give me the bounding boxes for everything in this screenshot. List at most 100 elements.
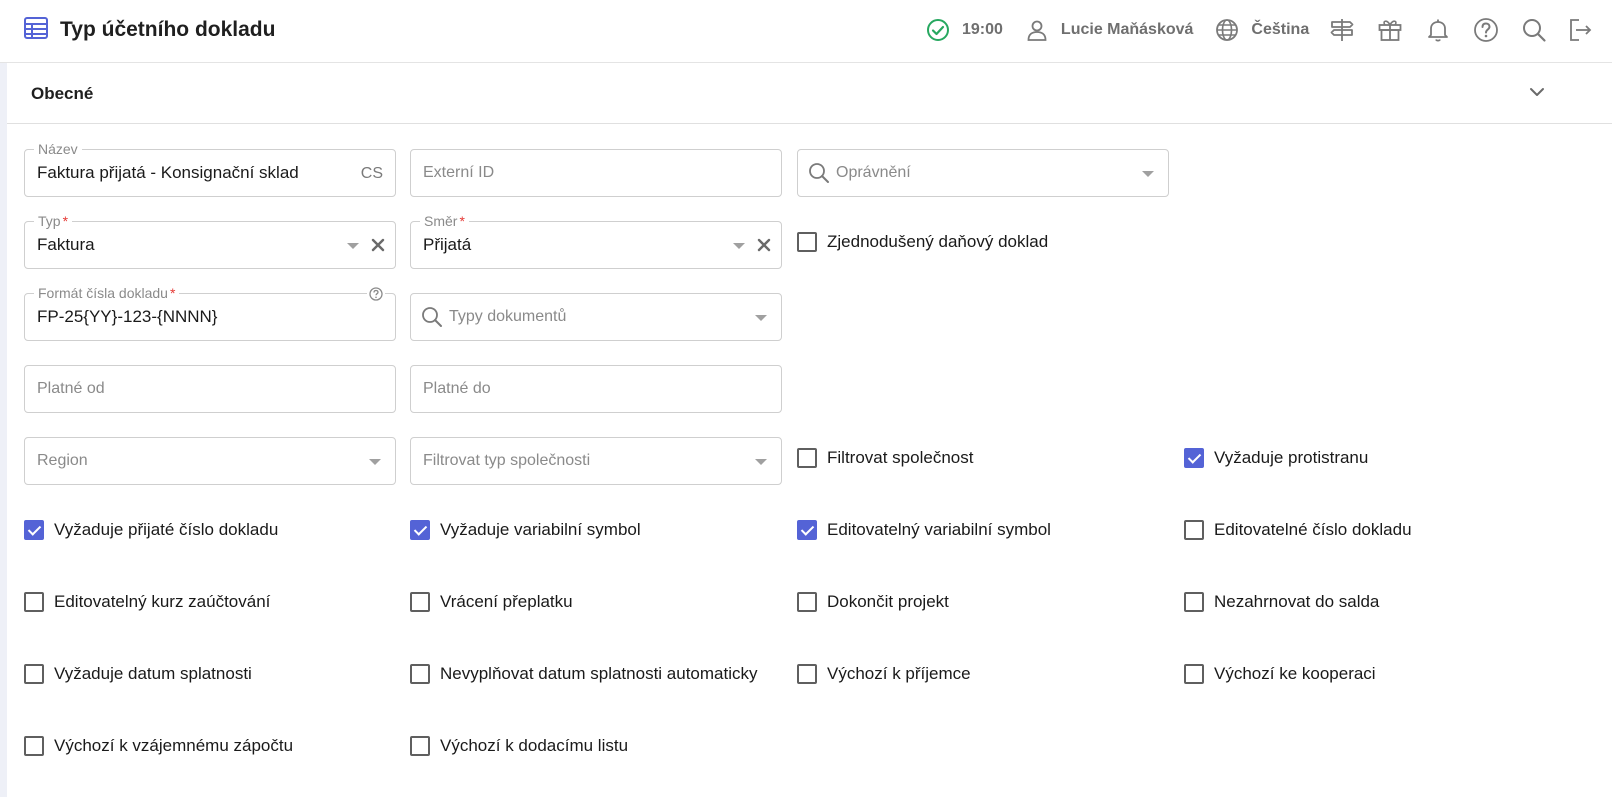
nazev-label: Název xyxy=(34,140,82,158)
checkbox-box[interactable] xyxy=(410,664,430,684)
language-menu[interactable]: Čeština xyxy=(1215,18,1309,42)
checkbox-label: Dokončit projekt xyxy=(827,592,949,611)
checkbox-box[interactable] xyxy=(1184,448,1204,468)
checkbox-label: Zjednodušený daňový doklad xyxy=(827,232,1049,251)
checkbox-zjednoduseny[interactable]: Zjednodušený daňový doklad xyxy=(797,232,1048,252)
checkbox-box[interactable] xyxy=(24,664,44,684)
region-select[interactable]: Region xyxy=(24,437,396,485)
region-placeholder: Region xyxy=(37,452,88,469)
user-name: Lucie Maňásková xyxy=(1060,21,1194,38)
search-icon[interactable] xyxy=(1521,17,1547,43)
clear-icon[interactable] xyxy=(756,237,772,258)
nazev-value: Faktura přijatá - Konsignační sklad xyxy=(37,163,299,182)
checkbox-box[interactable] xyxy=(410,520,430,540)
typ-label: Typ * xyxy=(34,212,73,230)
checkbox-box[interactable] xyxy=(797,448,817,468)
checkbox-vychozi-dodacimu[interactable]: Výchozí k dodacímu listu xyxy=(410,736,628,756)
checkbox-vychozi-kooperaci[interactable]: Výchozí ke kooperaci xyxy=(1184,664,1376,684)
help-icon[interactable] xyxy=(1473,17,1499,43)
user-menu[interactable]: Lucie Maňásková xyxy=(1025,18,1194,42)
checkbox-box[interactable] xyxy=(1184,592,1204,612)
checkbox-box[interactable] xyxy=(797,664,817,684)
checkbox-label: Editovatelný variabilní symbol xyxy=(827,520,1051,539)
checkbox-editovatelne-cislo[interactable]: Editovatelné číslo dokladu xyxy=(1184,520,1412,540)
smer-select[interactable]: Směr * Přijatá xyxy=(410,212,782,269)
format-cisla-field[interactable]: Formát čísla dokladu * FP-25{YY}-123-{NNN… xyxy=(24,284,396,341)
checkbox-vyzaduje-datum-splatnosti[interactable]: Vyžaduje datum splatnosti xyxy=(24,664,252,684)
checkbox-label: Vyžaduje datum splatnosti xyxy=(54,664,252,683)
nazev-field[interactable]: Název Faktura přijatá - Konsignační skla… xyxy=(24,140,396,197)
checkbox-label: Editovatelné číslo dokladu xyxy=(1214,520,1412,539)
opravneni-select[interactable]: Oprávnění xyxy=(797,149,1169,197)
checkbox-label: Vyžaduje protistranu xyxy=(1214,448,1369,467)
check-circle-icon xyxy=(926,18,950,42)
header-toolbar: 19:00 Lucie Maňásková Čeština xyxy=(926,0,1593,60)
table-icon xyxy=(24,16,48,44)
checkbox-box[interactable] xyxy=(24,736,44,756)
platne-od-field[interactable]: Platné od xyxy=(24,365,396,413)
help-icon[interactable] xyxy=(367,287,385,306)
checkbox-box[interactable] xyxy=(1184,520,1204,540)
checkbox-box[interactable] xyxy=(24,592,44,612)
checkbox-box[interactable] xyxy=(797,520,817,540)
platne-do-placeholder: Platné do xyxy=(423,380,491,397)
bell-icon[interactable] xyxy=(1425,17,1451,43)
checkbox-label: Nezahrnovat do salda xyxy=(1214,592,1380,611)
typy-dokumentu-select[interactable]: Typy dokumentů xyxy=(410,293,782,341)
checkbox-box[interactable] xyxy=(1184,664,1204,684)
dropdown-caret-icon xyxy=(755,459,767,465)
typ-value: Faktura xyxy=(37,235,95,254)
typ-select[interactable]: Typ * Faktura xyxy=(24,212,396,269)
gift-icon[interactable] xyxy=(1377,17,1403,43)
checkbox-nevyplnovat-datum[interactable]: Nevyplňovat datum splatnosti automaticky xyxy=(410,664,758,684)
platne-do-field[interactable]: Platné do xyxy=(410,365,782,413)
clear-icon[interactable] xyxy=(370,237,386,258)
checkbox-editovatelny-kurz[interactable]: Editovatelný kurz zaúčtování xyxy=(24,592,270,612)
user-icon xyxy=(1025,18,1049,42)
header-title-group: Typ účetního dokladu xyxy=(24,0,275,60)
checkbox-box[interactable] xyxy=(24,520,44,540)
format-cisla-label: Formát čísla dokladu * xyxy=(34,284,180,302)
checkbox-label: Výchozí k dodacímu listu xyxy=(440,736,629,755)
checkbox-label: Výchozí k příjemce xyxy=(827,664,971,683)
externi-id-field[interactable]: Externí ID xyxy=(410,149,782,197)
status-time[interactable]: 19:00 xyxy=(926,18,1003,42)
checkbox-label: Nevyplňovat datum splatnosti automaticky xyxy=(440,664,758,683)
checkbox-box[interactable] xyxy=(410,592,430,612)
app-header: Typ účetního dokladu 19:00 Lucie Maňásko… xyxy=(0,0,1612,63)
opravneni-placeholder: Oprávnění xyxy=(836,164,911,181)
smer-label: Směr * xyxy=(420,212,469,230)
chevron-down-icon[interactable] xyxy=(1528,83,1546,106)
language-badge[interactable]: CS xyxy=(361,165,383,183)
filtrovat-typ-spolecnosti-select[interactable]: Filtrovat typ společnosti xyxy=(410,437,782,485)
format-cisla-value: FP-25{YY}-123-{NNNN} xyxy=(37,307,218,326)
language-label: Čeština xyxy=(1251,21,1310,38)
checkbox-box[interactable] xyxy=(410,736,430,756)
section-header-obecne[interactable]: Obecné xyxy=(7,63,1612,124)
left-side-strip xyxy=(0,63,7,797)
section-title: Obecné xyxy=(31,84,94,103)
checkbox-vychozi-zapoctu[interactable]: Výchozí k vzájemnému zápočtu xyxy=(24,736,293,756)
checkbox-vychozi-prijemce[interactable]: Výchozí k příjemce xyxy=(797,664,971,684)
dropdown-caret-icon xyxy=(1142,171,1154,177)
checkbox-box[interactable] xyxy=(797,232,817,252)
checkbox-box[interactable] xyxy=(797,592,817,612)
checkbox-vyzaduje-vs[interactable]: Vyžaduje variabilní symbol xyxy=(410,520,641,540)
checkbox-dokoncit-projekt[interactable]: Dokončit projekt xyxy=(797,592,949,612)
checkbox-filtrovat-spolecnost[interactable]: Filtrovat společnost xyxy=(797,448,973,468)
search-icon xyxy=(421,306,443,333)
signpost-icon[interactable] xyxy=(1329,17,1355,43)
checkbox-editovatelny-vs[interactable]: Editovatelný variabilní symbol xyxy=(797,520,1051,540)
globe-icon xyxy=(1215,18,1239,42)
logout-icon[interactable] xyxy=(1567,17,1593,43)
dropdown-caret-icon xyxy=(755,315,767,321)
checkbox-nezahrnovat-salda[interactable]: Nezahrnovat do salda xyxy=(1184,592,1379,612)
checkbox-label: Vyžaduje variabilní symbol xyxy=(440,520,641,539)
checkbox-vyzaduje-protistranu[interactable]: Vyžaduje protistranu xyxy=(1184,448,1368,468)
checkbox-label: Výchozí k vzájemnému zápočtu xyxy=(54,736,294,755)
checkbox-vyzaduje-prijate-cislo[interactable]: Vyžaduje přijaté číslo dokladu xyxy=(24,520,278,540)
externi-id-placeholder: Externí ID xyxy=(423,164,495,181)
checkbox-label: Výchozí ke kooperaci xyxy=(1214,664,1376,683)
checkbox-vraceni-preplatku[interactable]: Vrácení přeplatku xyxy=(410,592,573,612)
filtrovat-typ-spolecnosti-placeholder: Filtrovat typ společnosti xyxy=(423,452,591,469)
